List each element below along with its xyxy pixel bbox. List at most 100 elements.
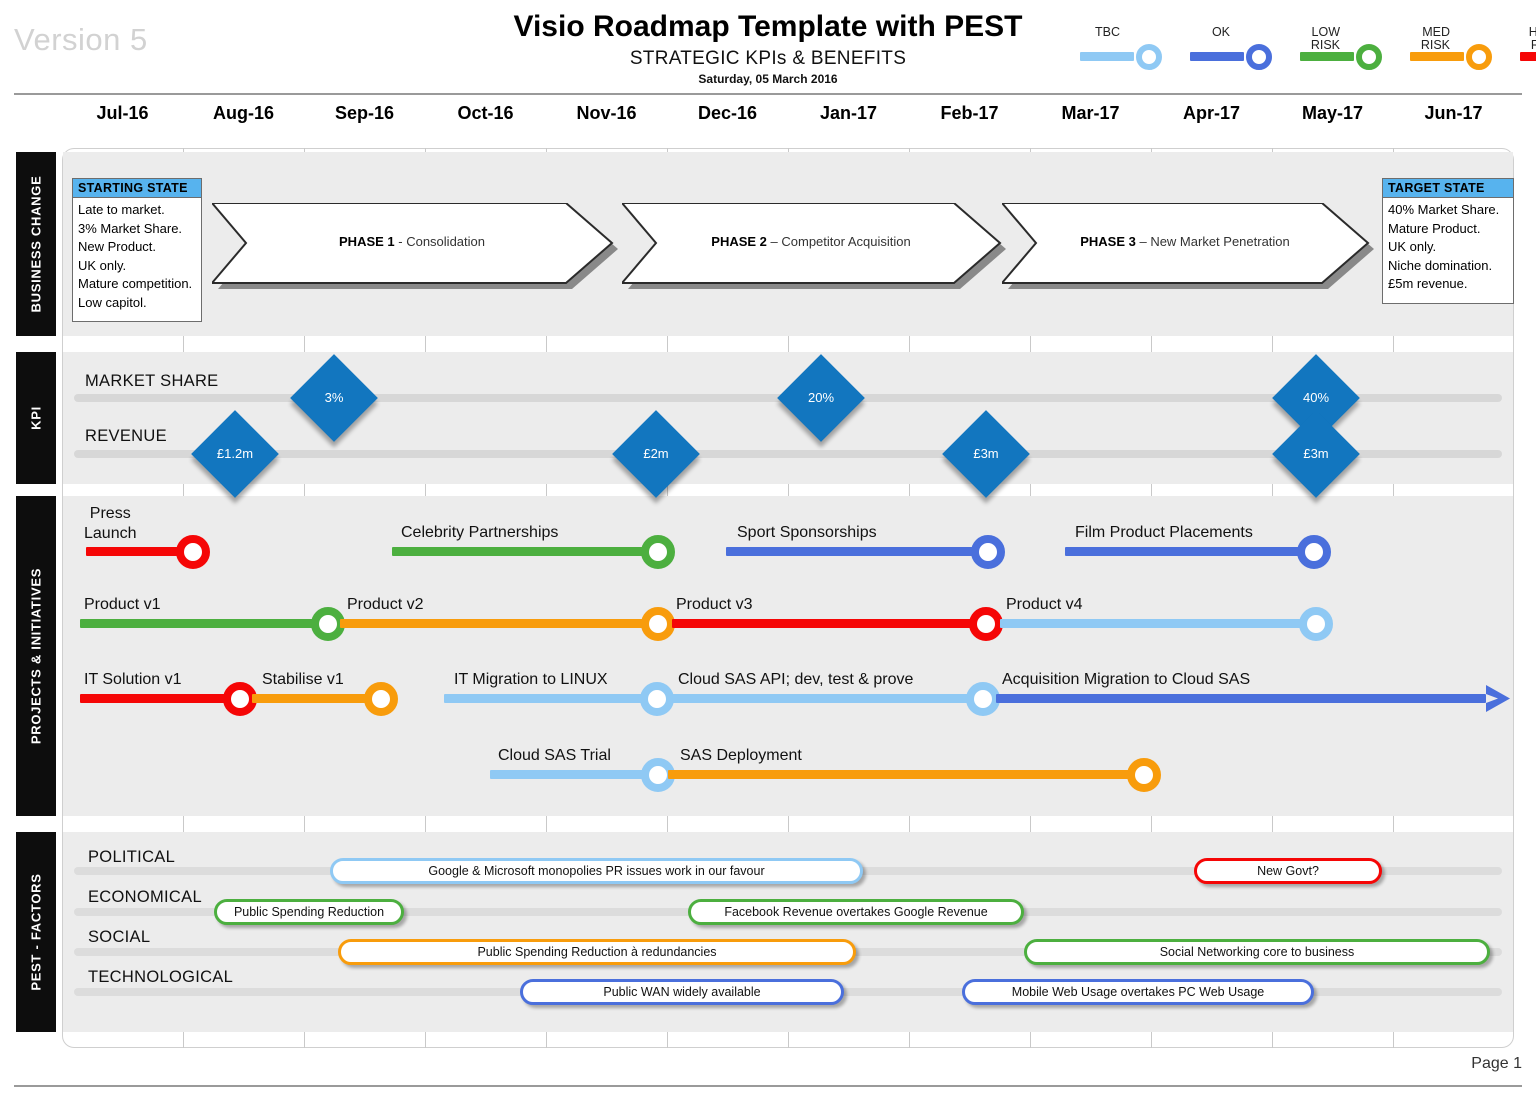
month-label-aug-16: Aug-16: [183, 103, 304, 124]
project-milestone-marker[interactable]: [969, 607, 1003, 641]
project-arrowhead-icon: [1486, 682, 1512, 716]
state-line: New Product.: [78, 238, 196, 257]
legend-label: HIGHRISK: [1529, 26, 1536, 52]
legend-item-med_risk: MEDRISK: [1410, 14, 1496, 76]
section-tab-projects-initiatives: PROJECTS & INITIATIVES: [16, 496, 56, 816]
project-label: Acquisition Migration to Cloud SAS: [1002, 671, 1250, 689]
project-label: Cloud SAS API; dev, test & prove: [678, 671, 913, 689]
project-label: Product v4: [1006, 596, 1082, 614]
legend-item-ok: OK: [1190, 14, 1276, 76]
project-bar: [86, 547, 186, 556]
project-label: Product v2: [347, 596, 423, 614]
target-state-list: 40% Market Share.Mature Product.UK only.…: [1383, 198, 1513, 297]
legend-item-high_risk: HIGHRISK: [1520, 14, 1536, 76]
project-label: Stabilise v1: [262, 671, 344, 689]
month-label-mar-17: Mar-17: [1030, 103, 1151, 124]
month-label-feb-17: Feb-17: [909, 103, 1030, 124]
legend-bar: [1190, 52, 1244, 61]
legend-marker-icon: [1136, 44, 1162, 70]
legend-marker-icon: [1466, 44, 1492, 70]
swimlane-background: [63, 496, 1513, 816]
state-line: Niche domination.: [1388, 257, 1508, 276]
project-label: Product v3: [676, 596, 752, 614]
project-label: IT Solution v1: [84, 671, 182, 689]
legend-label: OK: [1212, 26, 1230, 39]
state-line: UK only.: [78, 257, 196, 276]
project-milestone-marker[interactable]: [971, 535, 1005, 569]
pest-event-label: Public WAN widely available: [603, 985, 760, 999]
state-line: 3% Market Share.: [78, 220, 196, 239]
pest-event-pill[interactable]: Google & Microsoft monopolies PR issues …: [330, 858, 863, 884]
project-milestone-marker[interactable]: [641, 607, 675, 641]
project-milestone-marker[interactable]: [176, 535, 210, 569]
state-line: Late to market.: [78, 201, 196, 220]
pest-event-pill[interactable]: Public Spending Reduction: [214, 899, 404, 925]
project-milestone-marker[interactable]: [1127, 758, 1161, 792]
pest-event-label: Public Spending Reduction à redundancies: [477, 945, 716, 959]
month-label-jan-17: Jan-17: [788, 103, 909, 124]
header-divider: [14, 93, 1522, 95]
pest-event-pill[interactable]: New Govt?: [1194, 858, 1382, 884]
pest-event-pill[interactable]: Public WAN widely available: [520, 979, 844, 1005]
state-line: UK only.: [1388, 238, 1508, 257]
project-label: Film Product Placements: [1075, 524, 1253, 542]
starting-state-box: STARTING STATE Late to market.3% Market …: [72, 178, 202, 322]
kpi-row-label: MARKET SHARE: [85, 372, 219, 391]
legend-bar: [1300, 52, 1354, 61]
pest-row-label: POLITICAL: [88, 848, 175, 867]
kpi-diamond-value: £3m: [1285, 423, 1347, 485]
month-label-apr-17: Apr-17: [1151, 103, 1272, 124]
section-tab-label: BUSINESS CHANGE: [29, 176, 44, 313]
kpi-diamond-value: £2m: [625, 423, 687, 485]
section-tab-business-change: BUSINESS CHANGE: [16, 152, 56, 336]
month-label-may-17: May-17: [1272, 103, 1393, 124]
kpi-diamond-value: £1.2m: [204, 423, 266, 485]
starting-state-heading: STARTING STATE: [73, 179, 201, 198]
project-milestone-marker[interactable]: [1299, 607, 1333, 641]
project-label: Product v1: [84, 596, 160, 614]
section-tab-pest-factors: PEST - FACTORS: [16, 832, 56, 1032]
legend-label: LOWRISK: [1311, 26, 1340, 52]
section-tab-label: KPI: [29, 406, 44, 430]
pest-row-label: SOCIAL: [88, 928, 150, 947]
pest-event-label: Facebook Revenue overtakes Google Revenu…: [724, 905, 987, 919]
pest-event-pill[interactable]: Mobile Web Usage overtakes PC Web Usage: [962, 979, 1314, 1005]
legend-bar: [1080, 52, 1134, 61]
kpi-diamond-value: 20%: [790, 367, 852, 429]
project-bar: [490, 770, 650, 779]
state-line: £5m revenue.: [1388, 275, 1508, 294]
month-label-dec-16: Dec-16: [667, 103, 788, 124]
project-milestone-marker[interactable]: [1297, 535, 1331, 569]
legend-marker-icon: [1356, 44, 1382, 70]
project-bar: [726, 547, 981, 556]
project-bar: [1000, 619, 1310, 628]
project-label: Sport Sponsorships: [737, 524, 877, 542]
pest-event-label: Social Networking core to business: [1160, 945, 1355, 959]
project-bar: [252, 694, 374, 703]
legend-label: MEDRISK: [1421, 26, 1450, 52]
section-tab-label: PROJECTS & INITIATIVES: [29, 568, 44, 744]
project-milestone-marker[interactable]: [966, 682, 1000, 716]
pest-row-label: TECHNOLOGICAL: [88, 968, 233, 987]
month-label-jul-16: Jul-16: [62, 103, 183, 124]
state-line: Mature competition.: [78, 275, 196, 294]
pest-event-pill[interactable]: Facebook Revenue overtakes Google Revenu…: [688, 899, 1024, 925]
footer-divider: [14, 1085, 1522, 1087]
project-milestone-marker[interactable]: [364, 682, 398, 716]
state-line: Low capitol.: [78, 294, 196, 313]
legend-bar: [1410, 52, 1464, 61]
project-bar: [80, 619, 320, 628]
project-bar: [444, 694, 649, 703]
phase-arrow-2: PHASE 2 – Competitor Acquisition: [622, 203, 1000, 283]
project-label: Cloud SAS Trial: [498, 747, 611, 765]
pest-event-pill[interactable]: Public Spending Reduction à redundancies: [338, 939, 856, 965]
project-bar: [392, 547, 652, 556]
pest-event-label: Google & Microsoft monopolies PR issues …: [428, 864, 764, 878]
pest-event-pill[interactable]: Social Networking core to business: [1024, 939, 1490, 965]
legend-item-low_risk: LOWRISK: [1300, 14, 1386, 76]
project-milestone-marker[interactable]: [641, 535, 675, 569]
month-label-jun-17: Jun-17: [1393, 103, 1514, 124]
project-bar: [340, 619, 650, 628]
pest-event-label: New Govt?: [1257, 864, 1319, 878]
project-bar: [80, 694, 232, 703]
